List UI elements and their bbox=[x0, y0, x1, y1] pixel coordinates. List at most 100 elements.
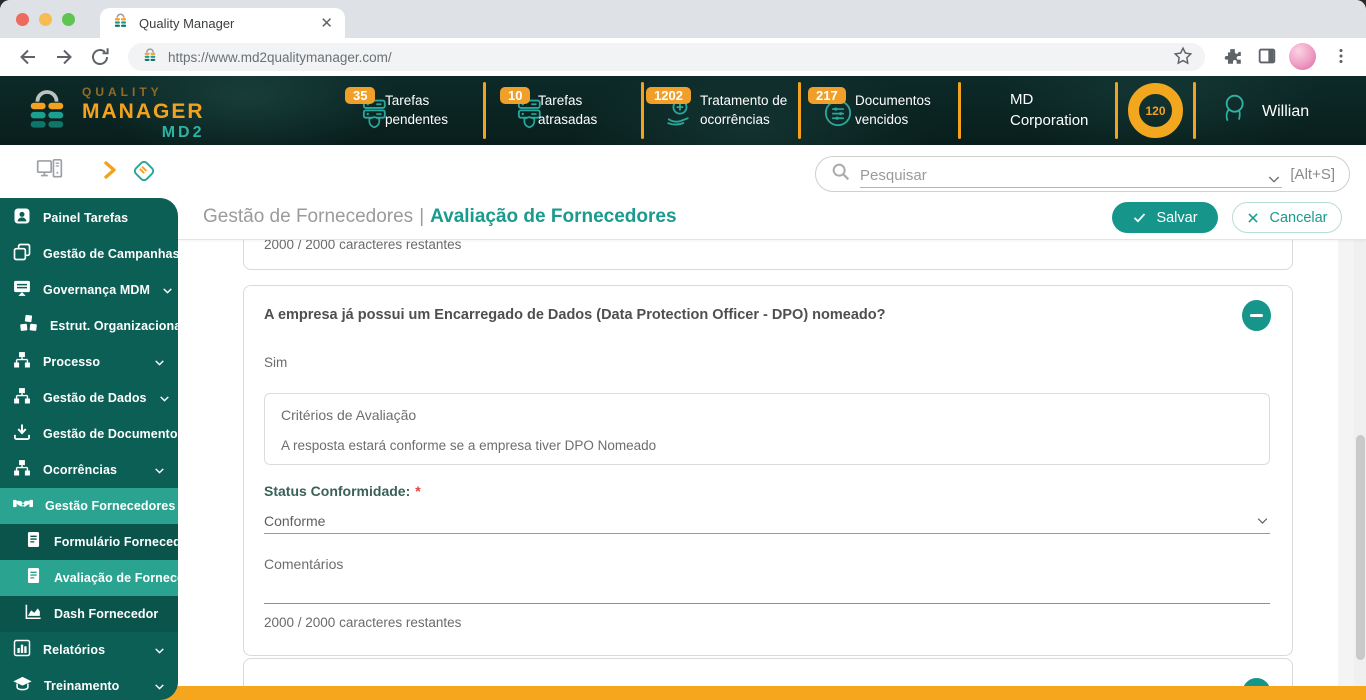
workstation-icon[interactable] bbox=[36, 158, 63, 188]
collapse-question-button[interactable] bbox=[1242, 300, 1271, 331]
sidebar-item-gestao-documentos[interactable]: Gestão de Documentos bbox=[0, 416, 178, 452]
kpi-documentos-vencidos[interactable]: 217 Documentos vencidos bbox=[808, 76, 958, 145]
header-separator bbox=[958, 82, 961, 139]
url-bar[interactable]: https://www.md2qualitymanager.com/ bbox=[128, 43, 1205, 71]
kpi-label: Tarefas pendentes bbox=[385, 91, 448, 129]
required-asterisk: * bbox=[415, 483, 420, 499]
sidebar-item-label: Gestão de Campanhas bbox=[43, 247, 180, 261]
count-badge: 35 bbox=[345, 87, 375, 104]
breadcrumb-chevron-icon bbox=[102, 160, 118, 185]
chevron-down-icon bbox=[153, 644, 166, 657]
cancel-button[interactable]: Cancelar bbox=[1232, 202, 1342, 233]
sidebar-item-gestao-fornecedores[interactable]: Gestão Fornecedores bbox=[0, 488, 178, 524]
side-panel-icon[interactable] bbox=[1256, 45, 1280, 69]
browser-menu-icon[interactable] bbox=[1330, 45, 1354, 69]
header-separator bbox=[1115, 82, 1118, 139]
form-content: 2000 / 2000 caracteres restantes A empre… bbox=[178, 240, 1366, 686]
browser-tab[interactable]: Quality Manager ✕ bbox=[100, 8, 345, 38]
kpi-label: Documentos vencidos bbox=[855, 91, 931, 129]
sidebar-item-gestao-dados[interactable]: Gestão de Dados bbox=[0, 380, 178, 416]
bookmark-star-icon[interactable] bbox=[1172, 45, 1196, 69]
status-conformidade-label: Status Conformidade:* bbox=[264, 483, 421, 499]
forward-icon[interactable] bbox=[52, 45, 76, 69]
back-icon[interactable] bbox=[16, 45, 40, 69]
task-panel-icon bbox=[12, 206, 32, 231]
url-text: https://www.md2qualitymanager.com/ bbox=[168, 50, 392, 65]
app-logo-text: QUALITY MANAGER MD2 bbox=[82, 85, 205, 142]
page-scrollbar[interactable] bbox=[1354, 240, 1366, 686]
save-button[interactable]: Salvar bbox=[1112, 202, 1218, 233]
bar-chart-icon bbox=[12, 638, 32, 663]
sidebar-item-label: Ocorrências bbox=[43, 463, 117, 477]
kpi-tratamento-ocorrencias[interactable]: 1202 Tratamento de ocorrências bbox=[646, 76, 796, 145]
sidebar-item-governanca-mdm[interactable]: Governança MDM bbox=[0, 272, 178, 308]
char-counter: 2000 / 2000 caracteres restantes bbox=[264, 240, 1292, 252]
sidebar-item-label: Relatórios bbox=[43, 643, 105, 657]
count-badge: 217 bbox=[808, 87, 846, 104]
kpi-label: Tarefas atrasadas bbox=[538, 91, 597, 129]
area-chart-icon bbox=[24, 602, 43, 626]
kpi-tarefas-atrasadas[interactable]: 10 Tarefas atrasadas bbox=[500, 76, 650, 145]
window-maximize-button[interactable] bbox=[62, 13, 75, 26]
sidebar-item-avaliacao-fornecedor[interactable]: Avaliação de Fornecedor bbox=[0, 560, 178, 596]
extensions-puzzle-icon[interactable] bbox=[1222, 45, 1246, 69]
window-minimize-button[interactable] bbox=[39, 13, 52, 26]
sidebar-item-ocorrencias[interactable]: Ocorrências bbox=[0, 452, 178, 488]
browser-profile-avatar[interactable] bbox=[1289, 43, 1316, 70]
sidebar-item-painel-tarefas[interactable]: Painel Tarefas bbox=[0, 200, 178, 236]
sidebar-item-estrut-organizacional[interactable]: Estrut. Organizacional bbox=[0, 308, 178, 344]
search-chevron-down-icon[interactable] bbox=[1266, 171, 1282, 187]
favicon bbox=[112, 12, 129, 34]
chevron-down-icon bbox=[153, 680, 166, 693]
document-icon bbox=[24, 566, 43, 590]
sidebar-item-relatorios[interactable]: Relatórios bbox=[0, 632, 178, 668]
search-input[interactable] bbox=[860, 167, 1266, 187]
status-conformidade-select[interactable]: Conforme bbox=[264, 508, 1270, 534]
close-icon bbox=[1246, 211, 1260, 225]
select-value: Conforme bbox=[264, 513, 325, 529]
count-badge: 10 bbox=[500, 87, 530, 104]
count-badge: 1202 bbox=[646, 87, 691, 104]
comments-input[interactable] bbox=[264, 580, 1270, 604]
breadcrumb-page: Avaliação de Fornecedores bbox=[430, 206, 676, 227]
window-close-button[interactable] bbox=[16, 13, 29, 26]
app-logo-icon bbox=[24, 85, 70, 142]
sidebar-item-gestao-campanhas[interactable]: Gestão de Campanhas bbox=[0, 236, 178, 272]
sitemap-icon bbox=[12, 350, 32, 375]
minus-icon bbox=[1250, 314, 1263, 317]
sidebar-item-label: Formulário Fornecedor bbox=[54, 535, 194, 549]
sidebar-item-label: Estrut. Organizacional bbox=[50, 319, 185, 333]
sidebar-item-processo[interactable]: Processo bbox=[0, 344, 178, 380]
score-value: 120 bbox=[1145, 104, 1165, 118]
browser-tabstrip: Quality Manager ✕ bbox=[0, 0, 1366, 38]
kpi-label: Tratamento de ocorrências bbox=[700, 91, 787, 129]
search-shortcut-hint: [Alt+S] bbox=[1290, 166, 1335, 183]
suppliers-handshake-icon[interactable] bbox=[130, 158, 158, 189]
search-icon bbox=[830, 161, 852, 188]
save-button-label: Salvar bbox=[1156, 210, 1197, 226]
user-menu[interactable]: Willian bbox=[1218, 90, 1309, 133]
select-chevron-down-icon bbox=[1255, 513, 1270, 528]
company-name[interactable]: MD Corporation bbox=[1010, 89, 1088, 131]
sidebar-item-dash-fornecedor[interactable]: Dash Fornecedor bbox=[0, 596, 178, 632]
kpi-tarefas-pendentes[interactable]: 35 Tarefas pendentes bbox=[345, 76, 495, 145]
application-window: Quality Manager ✕ https://www.md2quality… bbox=[0, 0, 1366, 700]
scrollbar-thumb[interactable] bbox=[1356, 435, 1365, 660]
next-question-card bbox=[243, 658, 1293, 686]
page-titlebar: Gestão de Fornecedores|Avaliação de Forn… bbox=[178, 196, 1366, 240]
sidebar-item-treinamento[interactable]: Treinamento bbox=[0, 668, 178, 700]
score-ring[interactable]: 120 bbox=[1128, 83, 1183, 138]
sidebar-item-label: Treinamento bbox=[44, 679, 119, 693]
tab-close-icon[interactable]: ✕ bbox=[320, 16, 333, 31]
cancel-button-label: Cancelar bbox=[1269, 210, 1327, 226]
browser-addressbar: https://www.md2qualitymanager.com/ bbox=[0, 38, 1366, 76]
question-text: A empresa já possui um Encarregado de Da… bbox=[264, 307, 1204, 323]
app-logo[interactable]: QUALITY MANAGER MD2 bbox=[24, 85, 205, 142]
cubes-icon bbox=[18, 313, 39, 339]
sidebar-item-formulario-fornecedor[interactable]: Formulário Fornecedor bbox=[0, 524, 178, 560]
previous-question-card: 2000 / 2000 caracteres restantes bbox=[243, 240, 1293, 270]
download-icon bbox=[12, 422, 32, 447]
collapse-question-button[interactable] bbox=[1242, 678, 1271, 686]
reload-icon[interactable] bbox=[88, 45, 112, 69]
app-header: QUALITY MANAGER MD2 35 Tarefas pendentes… bbox=[0, 76, 1366, 145]
